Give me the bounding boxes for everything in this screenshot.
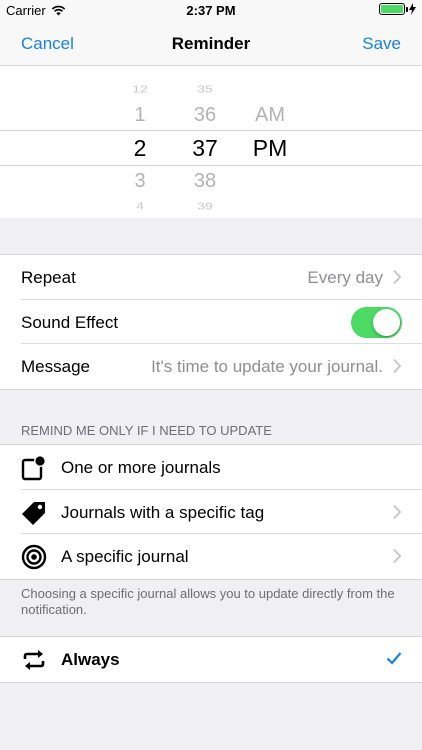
section-footnote: Choosing a specific journal allows you t… xyxy=(21,586,395,617)
hour-wheel[interactable]: 12 1 2 3 4 xyxy=(110,66,170,218)
checkmark-icon xyxy=(386,652,402,665)
reminder-settings-group: Repeat Every day Sound Effect Message It… xyxy=(0,254,422,390)
option-label: One or more journals xyxy=(61,458,221,477)
selected-period: PM xyxy=(252,135,288,161)
minute-wheel[interactable]: 35 36 37 38 39 xyxy=(175,66,235,218)
repeat-label: Repeat xyxy=(21,268,76,287)
sound-effect-label: Sound Effect xyxy=(21,312,119,332)
period-wheel[interactable]: AM PM xyxy=(240,66,300,218)
charging-icon xyxy=(409,3,416,15)
option-one-or-more-journals[interactable]: One or more journals xyxy=(21,445,422,490)
hour-option: 4 xyxy=(136,200,144,212)
selected-hour: 2 xyxy=(133,135,147,161)
chevron-right-icon xyxy=(393,548,402,564)
hour-option: 1 xyxy=(134,104,146,126)
status-bar: Carrier 2:37 PM xyxy=(0,0,422,22)
tag-icon xyxy=(22,501,45,525)
save-button[interactable]: Save xyxy=(362,34,401,54)
navigation-bar: Cancel Reminder Save xyxy=(0,22,422,66)
battery-level xyxy=(381,5,403,13)
option-label: Journals with a specific tag xyxy=(61,502,265,522)
journal-badge-icon xyxy=(21,455,46,481)
frequency-always-row[interactable]: Always xyxy=(21,637,422,682)
sound-effect-row: Sound Effect xyxy=(21,300,422,344)
hour-option: 12 xyxy=(132,83,148,95)
option-specific-tag[interactable]: Journals with a specific tag xyxy=(21,490,422,534)
page-title: Reminder xyxy=(171,34,251,53)
sound-effect-toggle[interactable] xyxy=(351,306,402,338)
section-header: REMIND ME ONLY IF I NEED TO UPDATE xyxy=(21,423,272,438)
chevron-right-icon xyxy=(393,269,402,285)
period-option: AM xyxy=(255,104,285,126)
repeat-value: Every day xyxy=(307,268,383,287)
frequency-label: Always xyxy=(61,650,120,669)
repeat-icon xyxy=(23,650,45,670)
option-label: A specific journal xyxy=(61,547,189,566)
selected-minute: 37 xyxy=(192,135,218,161)
repeat-row[interactable]: Repeat Every day xyxy=(21,255,422,300)
frequency-group: Always xyxy=(0,636,422,683)
status-time: 2:37 PM xyxy=(186,3,236,18)
minute-option: 36 xyxy=(193,104,217,126)
target-icon xyxy=(21,544,47,570)
chevron-right-icon xyxy=(393,358,402,374)
chevron-right-icon xyxy=(393,504,402,519)
status-right xyxy=(379,3,416,15)
option-specific-journal[interactable]: A specific journal xyxy=(21,534,422,579)
time-picker[interactable]: 12 1 2 3 4 35 36 37 38 39 AM PM xyxy=(0,66,422,218)
minute-option: 35 xyxy=(197,83,213,95)
minute-option: 39 xyxy=(197,200,213,212)
minute-option: 38 xyxy=(193,170,217,192)
toggle-knob xyxy=(373,308,400,336)
battery-icon xyxy=(379,3,408,15)
remind-options-group: One or more journals Journals with a spe… xyxy=(0,444,422,580)
message-row[interactable]: Message It's time to update your journal… xyxy=(21,344,422,389)
message-value: It's time to update your journal. xyxy=(151,357,383,376)
message-label: Message xyxy=(21,357,90,376)
hour-option: 3 xyxy=(134,170,146,192)
